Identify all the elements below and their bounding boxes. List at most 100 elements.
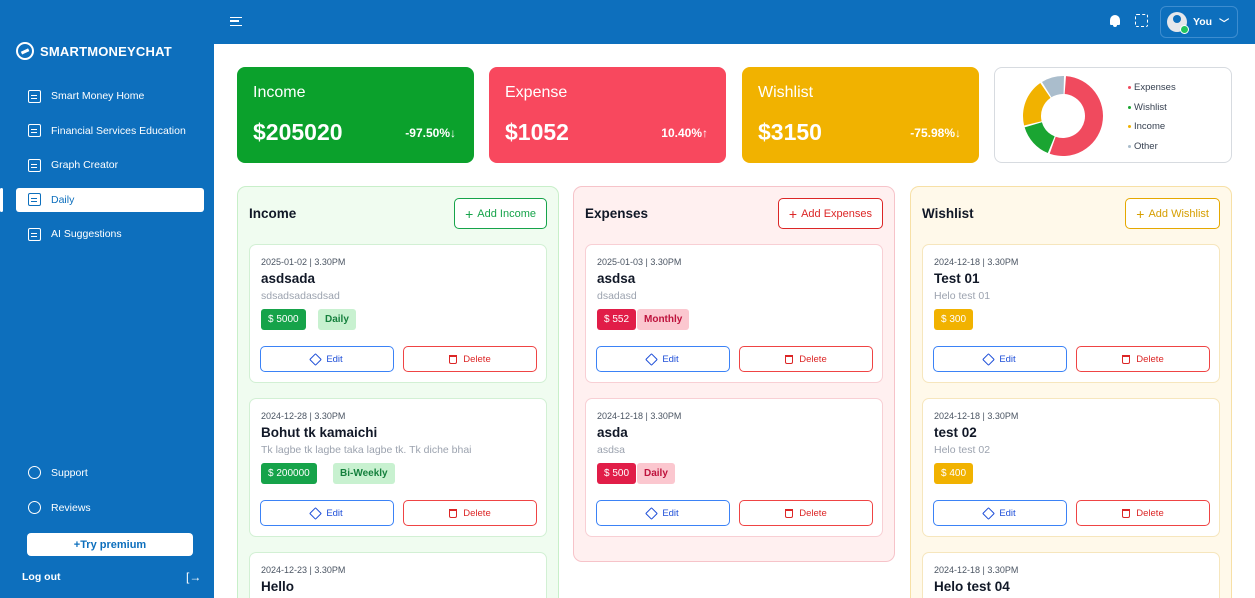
donut-chart-card: Expenses Wishlist Income Other	[994, 67, 1232, 163]
edit-label: Edit	[326, 507, 343, 519]
delete-label: Delete	[463, 507, 491, 519]
graph-icon	[28, 158, 41, 172]
entry-date: 2025-01-03 | 3.30PM	[597, 257, 682, 267]
expenses-column: Expenses + Add Expenses 2025-01-03 | 3.3…	[573, 186, 895, 562]
edit-button[interactable]: Edit	[933, 500, 1067, 526]
income-entry: 2024-12-23 | 3.30PM Hello	[249, 552, 547, 598]
pencil-icon	[982, 352, 996, 366]
entry-name: Test 01	[934, 271, 980, 286]
sidebar-item-smart-money-home[interactable]: Smart Money Home	[16, 84, 204, 108]
sidebar-item-daily[interactable]: Daily	[0, 187, 204, 212]
entry-date: 2025-01-02 | 3.30PM	[261, 257, 346, 267]
donut-slice-wishlist[interactable]	[1024, 122, 1055, 154]
top-bar: You ﹀	[214, 0, 1255, 44]
sidebar-item-label: Graph Creator	[51, 159, 119, 171]
fullscreen-icon[interactable]	[1135, 14, 1148, 27]
edit-label: Edit	[999, 507, 1016, 519]
stat-title: Wishlist	[758, 84, 814, 101]
legend-item-income[interactable]: Income	[1128, 117, 1176, 137]
entry-frequency-badge: Daily	[637, 463, 675, 484]
pencil-icon	[645, 506, 659, 520]
income-stat-card: Income $205020 -97.50%↓	[237, 67, 474, 163]
menu-icon[interactable]	[230, 17, 242, 26]
edit-button[interactable]: Edit	[596, 346, 730, 372]
edit-label: Edit	[326, 353, 343, 365]
delete-button[interactable]: Delete	[403, 500, 537, 526]
stat-percent: -75.98%↓	[910, 126, 961, 140]
add-income-button[interactable]: + Add Income	[454, 198, 547, 229]
legend-item-expenses[interactable]: Expenses	[1128, 78, 1176, 98]
legend-dot	[1128, 144, 1131, 148]
plus-icon: +	[465, 205, 474, 222]
delete-button[interactable]: Delete	[1076, 500, 1210, 526]
stat-percent: 10.40%↑	[661, 126, 708, 140]
income-entry: 2025-01-02 | 3.30PM asdsada sdsadsadasds…	[249, 244, 547, 383]
sidebar-item-ai-suggestions[interactable]: AI Suggestions	[16, 222, 204, 246]
delete-button[interactable]: Delete	[739, 500, 873, 526]
user-name: You	[1193, 16, 1213, 28]
legend-item-wishlist[interactable]: Wishlist	[1128, 98, 1176, 118]
trash-icon	[449, 354, 458, 364]
edit-button[interactable]: Edit	[260, 500, 394, 526]
delete-button[interactable]: Delete	[403, 346, 537, 372]
income-entry: 2024-12-28 | 3.30PM Bohut tk kamaichi Tk…	[249, 398, 547, 537]
add-wishlist-button[interactable]: + Add Wishlist	[1125, 198, 1220, 229]
entry-description: Tk lagbe tk lagbe taka lagbe tk. Tk dich…	[261, 444, 472, 456]
calendar-icon	[28, 193, 41, 206]
donut-slice-income[interactable]	[1023, 83, 1051, 126]
document-icon	[28, 124, 41, 137]
trash-icon	[1122, 354, 1131, 364]
sidebar-item-financial-education[interactable]: Financial Services Education	[16, 119, 204, 143]
entry-name: Hello	[261, 579, 295, 594]
edit-label: Edit	[662, 353, 679, 365]
entry-date: 2024-12-18 | 3.30PM	[934, 565, 1019, 575]
edit-button[interactable]: Edit	[933, 346, 1067, 372]
entry-amount-badge: $ 400	[934, 463, 974, 484]
add-expenses-button[interactable]: + Add Expenses	[777, 198, 883, 229]
edit-button[interactable]: Edit	[260, 346, 394, 372]
entry-name: asdsa	[597, 271, 636, 286]
sidebar-item-label: Smart Money Home	[51, 90, 145, 102]
user-menu[interactable]: You ﹀	[1160, 6, 1238, 38]
expense-entry: 2025-01-03 | 3.30PM asdsa dsadasd $ 552 …	[585, 244, 883, 383]
column-title: Wishlist	[922, 206, 974, 221]
entry-name: test 02	[934, 425, 977, 440]
legend-dot	[1128, 125, 1131, 129]
reviews-label: Reviews	[51, 501, 91, 514]
brand[interactable]: SMARTMONEYCHAT	[16, 42, 172, 60]
trash-icon	[1122, 508, 1131, 518]
entry-name: asdsada	[261, 271, 316, 286]
support-label: Support	[51, 466, 88, 479]
pencil-icon	[309, 506, 323, 520]
stat-amount: $3150	[758, 119, 822, 145]
delete-button[interactable]: Delete	[739, 346, 873, 372]
logout-icon[interactable]: [→	[186, 570, 201, 584]
sidebar-item-graph-creator[interactable]: Graph Creator	[16, 153, 204, 177]
entry-frequency-badge: Bi-Weekly	[333, 463, 395, 484]
headset-icon	[28, 466, 41, 479]
edit-button[interactable]: Edit	[596, 500, 730, 526]
legend-label: Wishlist	[1134, 101, 1167, 113]
legend-item-other[interactable]: Other	[1128, 137, 1176, 157]
support-link[interactable]: Support	[28, 466, 88, 479]
reviews-link[interactable]: Reviews	[28, 501, 91, 514]
delete-label: Delete	[1136, 507, 1164, 519]
pencil-icon	[982, 506, 996, 520]
entry-date: 2024-12-23 | 3.30PM	[261, 565, 346, 575]
logout-button[interactable]: Log out	[22, 571, 60, 583]
entry-description: Helo test 01	[934, 290, 991, 302]
delete-label: Delete	[799, 353, 827, 365]
logo-icon	[16, 42, 34, 60]
entry-date: 2024-12-18 | 3.30PM	[597, 411, 682, 421]
entry-description: sdsadsadasdsad	[261, 290, 340, 302]
bell-icon[interactable]	[1109, 14, 1121, 27]
edit-label: Edit	[999, 353, 1016, 365]
delete-button[interactable]: Delete	[1076, 346, 1210, 372]
entry-description: asdsa	[597, 444, 626, 456]
sidebar-item-label: AI Suggestions	[51, 228, 122, 240]
stat-title: Expense	[505, 84, 568, 101]
entry-description: dsadasd	[597, 290, 637, 302]
try-premium-button[interactable]: +Try premium	[27, 533, 193, 556]
chart-legend: Expenses Wishlist Income Other	[1128, 78, 1176, 156]
plus-icon: +	[1136, 205, 1145, 222]
